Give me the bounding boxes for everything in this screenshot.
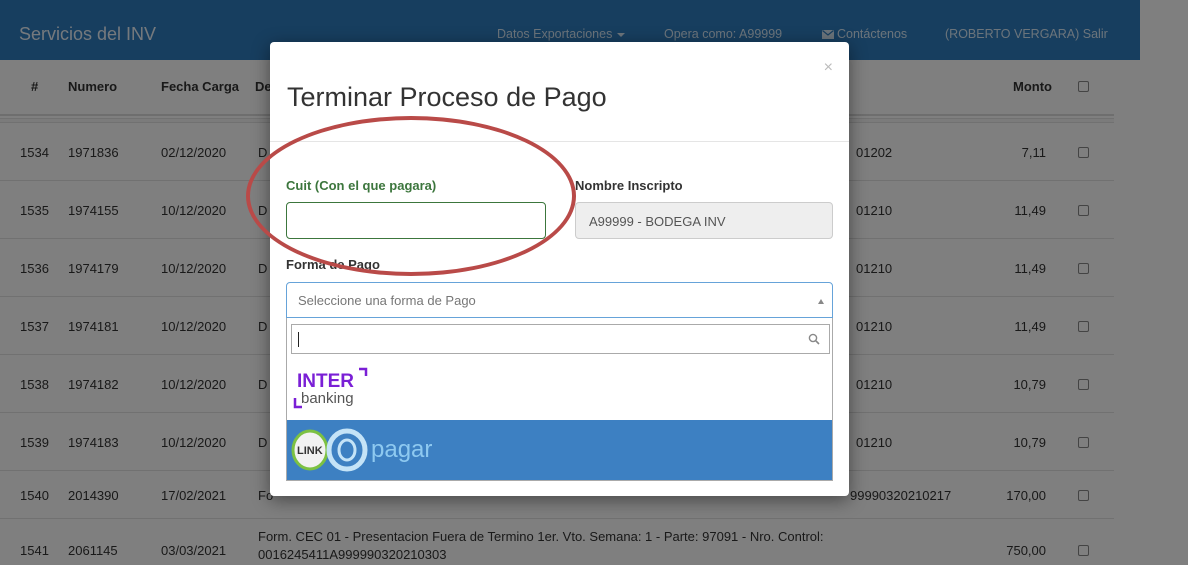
link-pagar-logo: LINK pagar xyxy=(291,428,432,472)
app-root: Servicios del INV Datos Exportaciones Op… xyxy=(0,0,1188,565)
forma-pago-select[interactable]: Seleccione una forma de Pago xyxy=(286,282,833,318)
text-cursor xyxy=(298,332,299,347)
forma-pago-dropdown: INTER banking LINK pagar xyxy=(286,318,833,481)
payment-modal: Terminar Proceso de Pago × Cuit (Con el … xyxy=(270,42,849,496)
forma-pago-label: Forma de Pago xyxy=(286,257,380,272)
select-placeholder: Seleccione una forma de Pago xyxy=(298,293,476,308)
option-link-pagar[interactable]: LINK pagar xyxy=(287,420,832,480)
nombre-inscripto-field: A99999 - BODEGA INV xyxy=(575,202,833,239)
modal-title: Terminar Proceso de Pago xyxy=(287,82,607,112)
option-interbanking[interactable]: INTER banking xyxy=(287,360,832,420)
arrow-up-icon xyxy=(818,299,824,304)
link-pagar-logo-text-1: LINK xyxy=(297,445,323,457)
cuit-label: Cuit (Con el que pagara) xyxy=(286,178,437,193)
nombre-inscripto-label: Nombre Inscripto xyxy=(575,178,683,193)
interbanking-logo-text-1: INTER xyxy=(297,371,354,392)
interbanking-logo: INTER banking xyxy=(293,367,368,409)
modal-header: Terminar Proceso de Pago × xyxy=(270,42,849,142)
link-pagar-logo-text-2: pagar xyxy=(371,436,432,463)
cuit-input[interactable] xyxy=(286,202,546,239)
search-icon xyxy=(808,333,820,345)
dropdown-search-input[interactable] xyxy=(291,324,830,354)
interbanking-logo-text-2: banking xyxy=(301,390,354,407)
close-button[interactable]: × xyxy=(824,59,833,77)
